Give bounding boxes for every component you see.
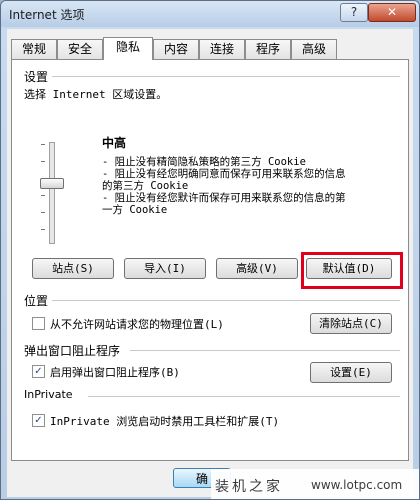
tab-connections[interactable]: 连接	[199, 39, 245, 59]
level-description-line: 一方 Cookie	[102, 204, 168, 216]
inprivate-heading: InPrivate	[24, 388, 73, 401]
location-heading: 位置	[24, 294, 49, 308]
settings-divider	[52, 76, 400, 77]
privacy-slider-track[interactable]	[49, 142, 55, 244]
tab-privacy[interactable]: 隐私	[103, 37, 153, 60]
slider-tick	[41, 229, 45, 230]
inprivate-checkbox-label[interactable]: InPrivate 浏览启动时禁用工具栏和扩展(T)	[50, 413, 279, 429]
popup-checkbox-label[interactable]: 启用弹出窗口阻止程序(B)	[50, 364, 180, 380]
slider-tick	[41, 195, 45, 196]
location-checkbox-label[interactable]: 从不允许网站请求您的物理位置(L)	[50, 316, 224, 332]
watermark-text: 装机之家	[215, 479, 283, 495]
title-bar[interactable]: Internet 选项 ? ✕	[1, 1, 419, 27]
tab-programs[interactable]: 程序	[245, 39, 291, 59]
tab-content[interactable]: 内容	[153, 39, 199, 59]
level-description-line: - 阻止没有经您默许而保存可用来联系您的信息的第	[102, 192, 346, 204]
internet-options-window: Internet 选项 ? ✕ 常规 安全 隐私 内容 连接 程序 高级 设置 …	[0, 0, 420, 500]
default-button-highlight	[301, 252, 403, 289]
site-watermark: 装机之家 www.lotpc.com	[211, 469, 419, 499]
privacy-slider-thumb[interactable]	[40, 178, 64, 189]
settings-instruction: 选择 Internet 区域设置。	[24, 88, 168, 101]
import-button[interactable]: 导入(I)	[124, 258, 206, 279]
popup-settings-button[interactable]: 设置(E)	[310, 362, 392, 383]
window-title: Internet 选项	[9, 8, 85, 22]
dialog-client: 常规 安全 隐私 内容 连接 程序 高级 设置 选择 Internet 区域设置…	[7, 29, 413, 497]
settings-heading: 设置	[24, 70, 49, 84]
slider-tick	[41, 212, 45, 213]
inprivate-divider	[88, 396, 400, 397]
slider-tick	[41, 144, 45, 145]
level-description-line: - 阻止没有精简隐私策略的第三方 Cookie	[102, 156, 306, 168]
inprivate-checkbox[interactable]: ✓	[32, 414, 45, 427]
sites-button[interactable]: 站点(S)	[32, 258, 114, 279]
popup-divider	[130, 350, 400, 351]
privacy-level: 中高	[102, 136, 127, 150]
level-description-line: - 阻止没有经您明确同意而保存可用来联系您的信息	[102, 168, 346, 180]
popup-checkbox[interactable]: ✓	[32, 365, 45, 378]
location-checkbox[interactable]	[32, 317, 45, 330]
tab-advanced[interactable]: 高级	[291, 39, 337, 59]
help-button[interactable]: ?	[340, 3, 368, 22]
slider-tick	[41, 161, 45, 162]
watermark-url: www.lotpc.com	[311, 478, 403, 492]
level-description-line: 的第三方 Cookie	[102, 180, 189, 192]
tab-security[interactable]: 安全	[57, 39, 103, 59]
location-divider	[52, 300, 400, 301]
tab-general[interactable]: 常规	[11, 39, 57, 59]
close-button[interactable]: ✕	[368, 3, 416, 22]
privacy-panel: 设置 选择 Internet 区域设置。 中高 - 阻止没有精简隐私策略的第三方…	[11, 59, 409, 461]
popup-heading: 弹出窗口阻止程序	[24, 344, 121, 358]
clear-sites-button[interactable]: 清除站点(C)	[310, 313, 392, 334]
advanced-button[interactable]: 高级(V)	[216, 258, 298, 279]
